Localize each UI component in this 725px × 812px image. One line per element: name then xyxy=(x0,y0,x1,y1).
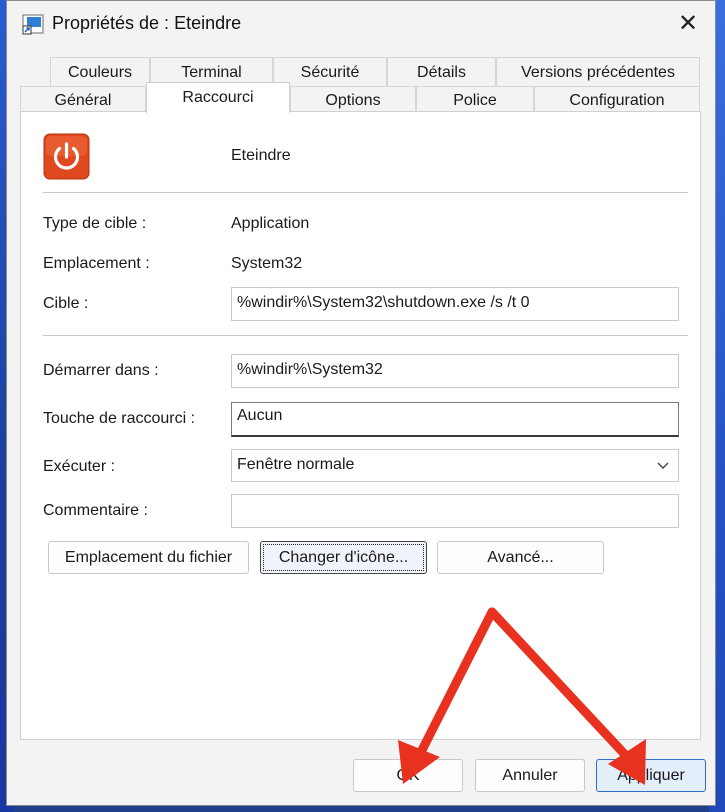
comment-label: Commentaire : xyxy=(43,502,148,519)
tab-configuration[interactable]: Configuration xyxy=(534,86,700,112)
start-in-input[interactable]: %windir%\System32 xyxy=(231,354,679,388)
tab-general[interactable]: Général xyxy=(20,86,146,112)
advanced-button[interactable]: Avancé... xyxy=(437,541,604,574)
window-title: Propriétés de : Eteindre xyxy=(52,13,242,33)
apply-button[interactable]: Appliquer xyxy=(596,759,706,792)
open-file-location-button[interactable]: Emplacement du fichier xyxy=(48,541,249,574)
tab-securite[interactable]: Sécurité xyxy=(273,57,387,86)
tab-options[interactable]: Options xyxy=(290,86,416,112)
tab-police[interactable]: Police xyxy=(416,86,534,112)
properties-dialog: Propriétés de : Eteindre ✕ Couleurs Term… xyxy=(6,0,716,806)
shortcut-app-icon xyxy=(22,14,44,35)
cancel-button[interactable]: Annuler xyxy=(475,759,585,792)
separator xyxy=(43,192,688,193)
location-value: System32 xyxy=(231,255,303,272)
start-in-label: Démarrer dans : xyxy=(43,362,159,379)
tab-details[interactable]: Détails xyxy=(387,57,496,86)
title-bar: Propriétés de : Eteindre ✕ xyxy=(7,1,715,47)
run-label: Exécuter : xyxy=(43,458,116,475)
close-button[interactable]: ✕ xyxy=(675,11,701,37)
change-icon-button[interactable]: Changer d'icône... xyxy=(260,541,427,574)
comment-input[interactable] xyxy=(231,494,679,528)
hotkey-label: Touche de raccourci : xyxy=(43,410,196,427)
tab-versions-precedentes[interactable]: Versions précédentes xyxy=(496,57,700,86)
power-icon xyxy=(43,133,90,180)
hotkey-input[interactable]: Aucun xyxy=(231,402,679,437)
shortcut-panel: Eteindre Type de cible : Application Emp… xyxy=(20,111,701,740)
tab-couleurs[interactable]: Couleurs xyxy=(50,57,150,86)
target-type-value: Application xyxy=(231,215,310,232)
chevron-down-icon xyxy=(657,462,669,469)
target-label: Cible : xyxy=(43,295,89,312)
separator xyxy=(43,335,688,336)
shortcut-name: Eteindre xyxy=(231,147,291,164)
tab-raccourci[interactable]: Raccourci xyxy=(146,82,290,113)
close-icon: ✕ xyxy=(677,10,699,37)
target-type-label: Type de cible : xyxy=(43,215,147,232)
ok-button[interactable]: OK xyxy=(353,759,463,792)
target-input[interactable]: %windir%\System32\shutdown.exe /s /t 0 xyxy=(231,287,679,321)
run-select[interactable]: Fenêtre normale xyxy=(231,449,679,482)
location-label: Emplacement : xyxy=(43,255,150,272)
run-select-value: Fenêtre normale xyxy=(237,456,355,473)
